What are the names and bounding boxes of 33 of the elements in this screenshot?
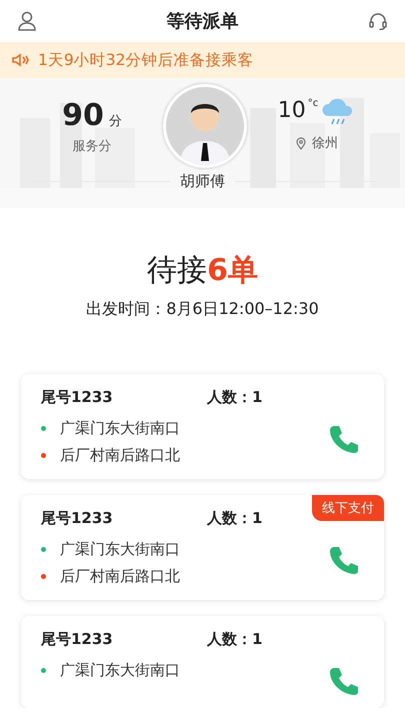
pending-orders-title: 待接6单 (147, 252, 258, 290)
phone-icon[interactable] (328, 666, 358, 696)
stop-address: 后厂村南后路口北 (60, 446, 180, 465)
stop-address: 广渠门东大街南口 (60, 540, 180, 559)
order-card[interactable]: 尾号1233 人数：1 广渠门东大街南口 后厂村南后路口北 (21, 374, 384, 479)
tail-number: 尾号1233 (41, 630, 114, 649)
passenger-count: 人数：1 (207, 630, 262, 649)
passenger-count: 人数：1 (207, 388, 262, 407)
tail-number: 尾号1233 (41, 509, 114, 528)
score-unit: 分 (108, 113, 122, 130)
headset-icon[interactable] (369, 12, 387, 30)
phone-icon[interactable] (328, 424, 358, 454)
service-score: 90 (62, 98, 104, 133)
phone-icon[interactable] (328, 545, 358, 575)
city-name: 徐州 (312, 135, 338, 152)
tail-number: 尾号1233 (41, 388, 114, 407)
temperature-unit: °c (308, 98, 318, 109)
location-pin-icon (296, 136, 306, 150)
payment-tag: 线下支付 (312, 495, 384, 521)
driver-name: 胡师傅 (180, 172, 225, 191)
passenger-count: 人数：1 (207, 509, 262, 528)
temperature: 10 (278, 98, 306, 123)
profile-icon[interactable] (18, 11, 36, 31)
page-title: 等待派单 (166, 10, 238, 33)
stop-address: 广渠门东大街南口 (60, 661, 180, 680)
order-card[interactable]: 尾号1233 人数：1 广渠门东大街南口 后厂村南后路口北 线下支付 (21, 495, 384, 600)
stop-address: 广渠门东大街南口 (60, 419, 180, 438)
departure-time: 出发时间：8月6日12:00–12:30 (86, 299, 319, 320)
speaker-icon (12, 53, 30, 67)
stop-address: 后厂村南后路口北 (60, 567, 180, 586)
score-label: 服务分 (72, 138, 112, 155)
order-card[interactable]: 尾号1233 人数：1 广渠门东大街南口 (21, 616, 384, 708)
notice-text: 1天9小时32分钟后准备接乘客 (38, 50, 254, 70)
